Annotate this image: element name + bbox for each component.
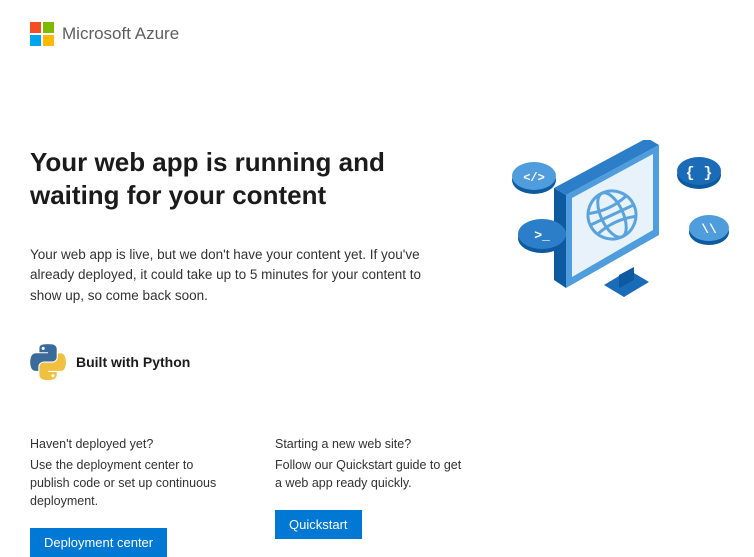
deploy-text: Use the deployment center to publish cod… [30, 456, 220, 510]
quickstart-column: Starting a new web site? Follow our Quic… [275, 435, 465, 557]
deploy-heading: Haven't deployed yet? [30, 435, 220, 453]
deploy-column: Haven't deployed yet? Use the deployment… [30, 435, 220, 557]
svg-text:</>: </> [523, 171, 545, 185]
svg-text:\\: \\ [701, 222, 717, 237]
quickstart-button[interactable]: Quickstart [275, 510, 362, 539]
built-with-label: Built with Python [76, 354, 190, 370]
action-columns: Haven't deployed yet? Use the deployment… [30, 435, 480, 557]
page-title: Your web app is running and waiting for … [30, 146, 480, 211]
quickstart-heading: Starting a new web site? [275, 435, 465, 453]
python-icon [30, 344, 66, 380]
deployment-center-button[interactable]: Deployment center [30, 528, 167, 557]
main-content: Your web app is running and waiting for … [30, 146, 480, 557]
quickstart-text: Follow our Quickstart guide to get a web… [275, 456, 465, 492]
svg-text:{ }: { } [685, 165, 712, 182]
header: Microsoft Azure [30, 22, 724, 46]
microsoft-logo-icon [30, 22, 54, 46]
brand-name: Microsoft Azure [62, 24, 179, 44]
description-text: Your web app is live, but we don't have … [30, 245, 440, 306]
svg-text:>_: >_ [534, 228, 550, 243]
built-with-section: Built with Python [30, 344, 480, 380]
web-app-illustration-icon: </> >_ { } \\ [494, 140, 734, 330]
